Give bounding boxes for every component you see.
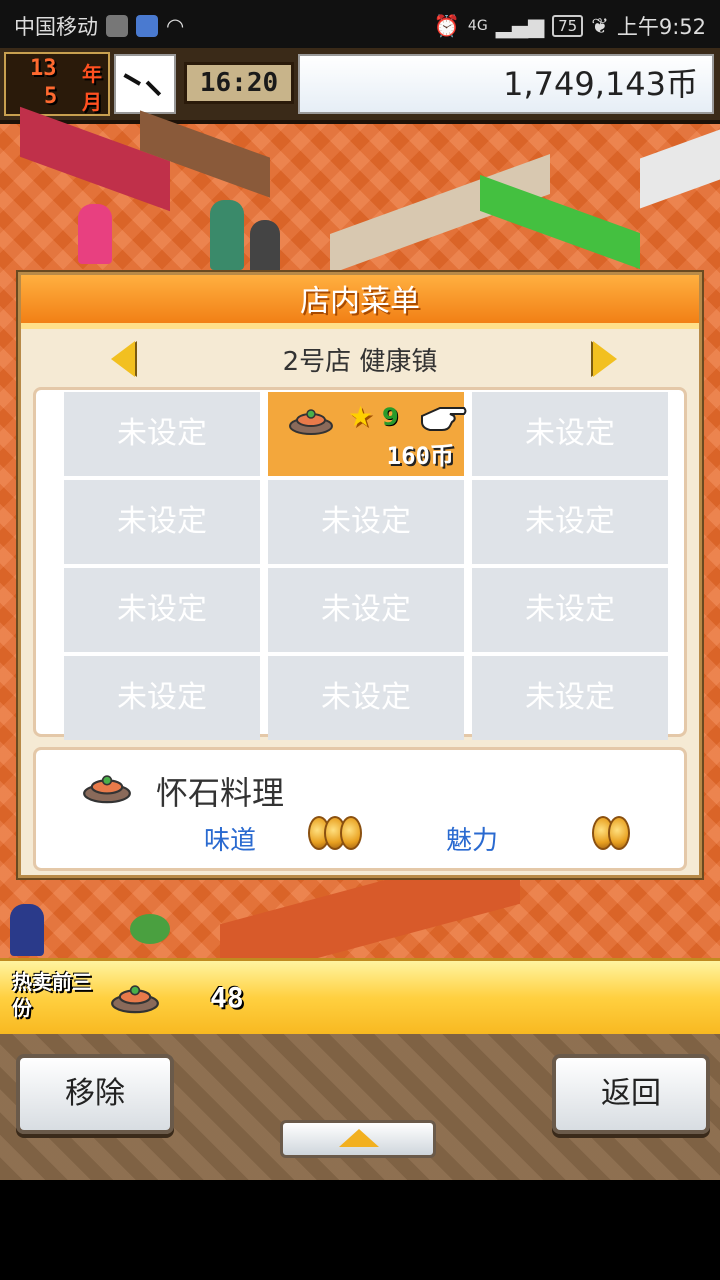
menu-slot[interactable]: 未设定 xyxy=(268,568,464,652)
slot-label: 未设定 xyxy=(321,680,411,715)
coin-icon xyxy=(340,816,362,850)
taste-label: 味道 xyxy=(204,826,257,856)
clock-icon xyxy=(114,54,176,114)
charm-label: 魅力 xyxy=(446,826,499,856)
star-icon: ★ xyxy=(348,400,374,433)
kaiseki-dish-icon xyxy=(83,775,131,804)
menu-slot[interactable]: 未设定 xyxy=(64,392,260,476)
menu-slot[interactable]: 未设定 xyxy=(472,392,668,476)
battery-indicator: 75 xyxy=(552,15,584,37)
menu-grid: 未设定 ★ 9 160币 未设定 未设定 未设定 未设定 未设定 未设定 未设定… xyxy=(64,392,674,740)
arrow-up-icon xyxy=(339,1129,379,1147)
menu-slot[interactable]: 未设定 xyxy=(64,656,260,740)
dish-name: 怀石料理 xyxy=(156,774,285,812)
customer-figure xyxy=(250,220,280,276)
dish-info-panel: 怀石料理 味道 魅力 xyxy=(33,747,687,871)
store-selector: 2号店 健康镇 xyxy=(21,335,699,385)
game-time: 16:20 xyxy=(184,62,294,104)
signal-icon: ▂▄▆ xyxy=(495,14,545,38)
slot-label: 未设定 xyxy=(525,504,615,539)
alarm-icon: ⏰ xyxy=(433,13,460,38)
month-number: 5 xyxy=(44,84,58,109)
hand-pointer-icon xyxy=(421,407,467,431)
back-button[interactable]: 返回 xyxy=(552,1054,710,1134)
staff-figure xyxy=(10,904,44,956)
status-bar: 中国移动 ◠ ⏰ 4G ▂▄▆ 75 ❦ 上午9:52 xyxy=(0,0,720,48)
bestseller-bar: 热卖前三份 48 xyxy=(0,958,720,1038)
slot-label: 未设定 xyxy=(117,504,207,539)
control-panel: 移除 返回 xyxy=(0,1034,720,1180)
wifi-icon: ◠ xyxy=(166,14,185,38)
menu-slot[interactable]: 未设定 xyxy=(268,656,464,740)
expand-up-button[interactable] xyxy=(280,1120,436,1158)
app-notification-icon xyxy=(106,15,128,37)
coin-icon xyxy=(608,816,630,850)
dish-price: 160币 xyxy=(386,442,454,470)
slot-label: 未设定 xyxy=(117,416,207,451)
slot-label: 未设定 xyxy=(117,592,207,627)
menu-slot[interactable]: 未设定 xyxy=(64,480,260,564)
year-number: 13 xyxy=(30,56,57,81)
dish-level: 9 xyxy=(382,403,399,431)
charm-rating xyxy=(592,816,630,854)
lock-icon xyxy=(136,15,158,37)
remove-button[interactable]: 移除 xyxy=(16,1054,174,1134)
month-unit: 月 xyxy=(82,90,102,114)
desk-decoration xyxy=(640,129,720,209)
slot-label: 未设定 xyxy=(321,592,411,627)
bestseller-label: 热卖前三份 xyxy=(12,970,92,1020)
kaiseki-dish-icon xyxy=(111,985,159,1014)
dialog-title: 店内菜单 xyxy=(21,275,699,329)
plant-decoration xyxy=(130,914,170,944)
status-time: 上午9:52 xyxy=(616,15,706,39)
taste-rating xyxy=(308,816,362,854)
bench-decoration xyxy=(480,174,640,270)
menu-slot[interactable]: 未设定 xyxy=(268,480,464,564)
network-type: 4G xyxy=(467,18,488,34)
menu-slot[interactable]: 未设定 xyxy=(64,568,260,652)
menu-grid-panel: 未设定 ★ 9 160币 未设定 未设定 未设定 未设定 未设定 未设定 未设定… xyxy=(33,387,687,740)
slot-label: 未设定 xyxy=(117,680,207,715)
menu-slot[interactable]: 未设定 xyxy=(472,480,668,564)
slot-label: 未设定 xyxy=(321,504,411,539)
slot-label: 未设定 xyxy=(525,592,615,627)
bestseller-count: 48 xyxy=(210,981,244,1014)
carrier-label: 中国移动 xyxy=(14,15,98,39)
menu-slot[interactable]: 未设定 xyxy=(472,568,668,652)
slot-label: 未设定 xyxy=(525,416,615,451)
leaf-icon: ❦ xyxy=(591,14,609,38)
kaiseki-dish-icon xyxy=(289,409,333,435)
arrow-right-icon[interactable] xyxy=(593,341,617,377)
money-display: 1,749,143币 xyxy=(298,54,714,114)
year-unit: 年 xyxy=(82,62,102,86)
customer-figure xyxy=(210,200,244,270)
menu-slot[interactable]: 未设定 xyxy=(472,656,668,740)
menu-dialog: 店内菜单 2号店 健康镇 未设定 ★ 9 160币 未设定 未设定 未设定 未设… xyxy=(18,272,702,878)
customer-figure xyxy=(78,204,112,264)
slot-label: 未设定 xyxy=(525,680,615,715)
game-hud: 13 年 5 月 16:20 1,749,143币 xyxy=(0,48,720,124)
